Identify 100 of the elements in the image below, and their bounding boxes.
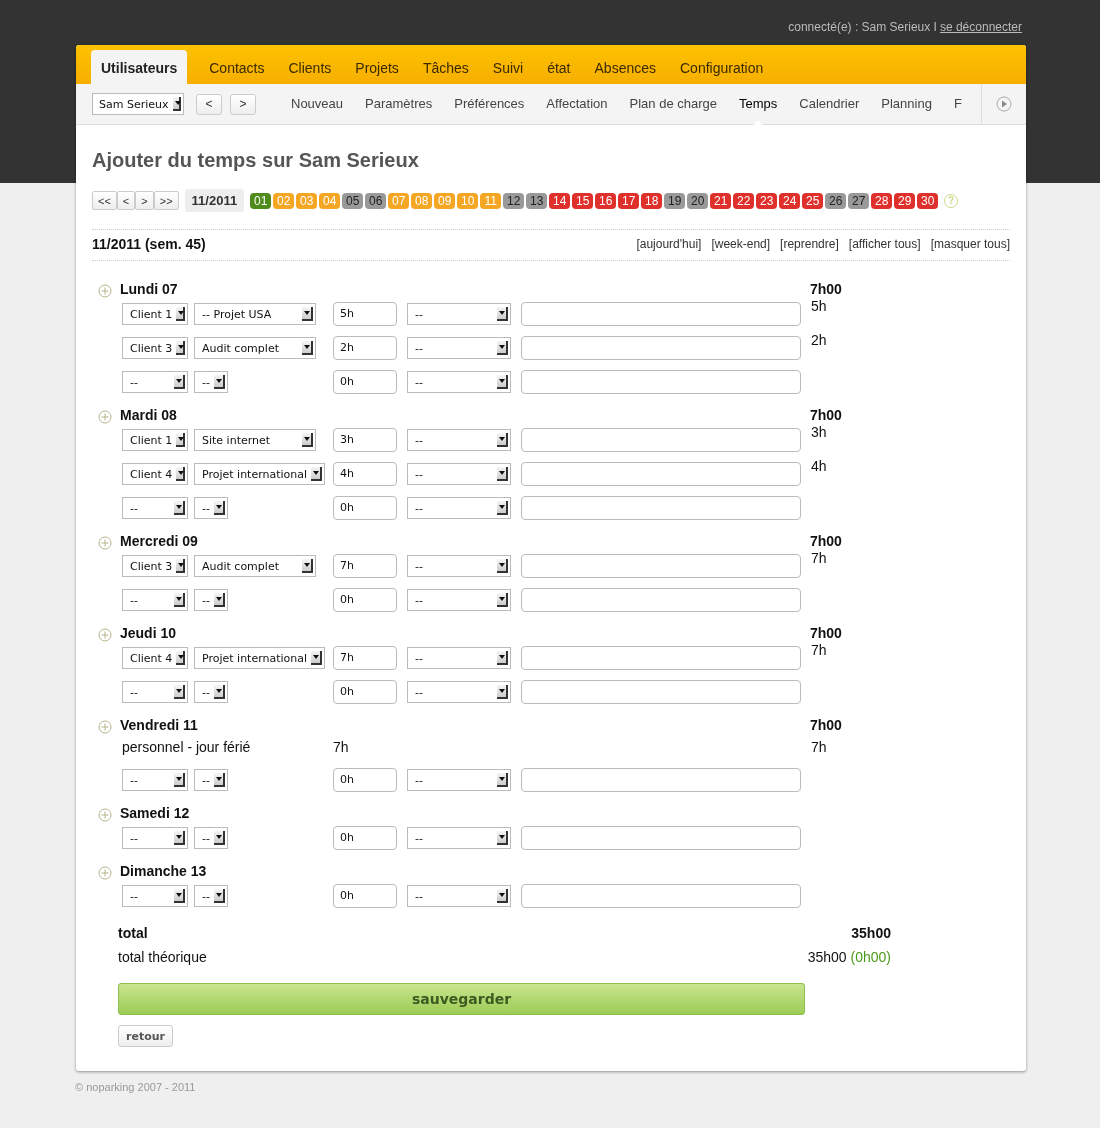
nav-tab[interactable]: Contacts (197, 50, 277, 84)
day-chip[interactable]: 26 (825, 192, 847, 209)
add-icon[interactable] (98, 807, 112, 822)
nav-tab[interactable]: Projets (343, 50, 411, 84)
add-icon[interactable] (98, 719, 112, 734)
hours-field[interactable]: 4h (333, 462, 397, 486)
subnav-link[interactable]: Préférences (443, 84, 536, 124)
activity-select[interactable]: -- (407, 429, 511, 451)
subnav-link[interactable]: Paramètres (354, 84, 444, 124)
day-chip[interactable]: 19 (664, 192, 686, 209)
previous-button[interactable]: < (196, 93, 222, 115)
day-chip[interactable]: 22 (733, 192, 755, 209)
nav-tab[interactable]: Utilisateurs (91, 50, 188, 84)
comment-field[interactable] (521, 336, 801, 360)
client-select[interactable]: Client 4 (122, 463, 188, 485)
activity-select[interactable]: -- (407, 589, 511, 611)
activity-select[interactable]: -- (407, 681, 511, 703)
activity-select[interactable]: -- (407, 463, 511, 485)
day-chip[interactable]: 28 (871, 192, 893, 209)
day-chip[interactable]: 30 (917, 192, 939, 209)
comment-field[interactable] (521, 370, 801, 394)
comment-field[interactable] (521, 768, 801, 792)
nav-tab[interactable]: Suivi (480, 50, 536, 84)
day-chip[interactable]: 25 (802, 192, 824, 209)
hours-field[interactable]: 0h (333, 588, 397, 612)
period-nav-button[interactable]: >> (153, 191, 179, 210)
comment-field[interactable] (521, 884, 801, 908)
period-nav-button[interactable]: < (116, 191, 136, 210)
client-select[interactable]: -- (122, 589, 188, 611)
day-chip[interactable]: 16 (595, 192, 617, 209)
week-link[interactable]: [reprendre] (780, 237, 839, 251)
subnav-link[interactable]: Calendrier (788, 84, 871, 124)
day-chip[interactable]: 20 (687, 192, 709, 209)
activity-select[interactable]: -- (407, 827, 511, 849)
add-icon[interactable] (98, 283, 112, 298)
subnav-link[interactable]: Planning (870, 84, 943, 124)
client-select[interactable]: -- (122, 681, 188, 703)
day-chip[interactable]: 15 (572, 192, 594, 209)
project-select[interactable]: -- (194, 827, 228, 849)
next-button[interactable]: > (230, 93, 256, 115)
client-select[interactable]: -- (122, 885, 188, 907)
nav-tab[interactable]: état (535, 50, 583, 84)
hours-field[interactable]: 7h (333, 646, 397, 670)
hours-field[interactable]: 2h (333, 336, 397, 360)
project-select[interactable]: Site internet (194, 429, 316, 451)
add-icon[interactable] (98, 865, 112, 880)
day-chip[interactable]: 21 (710, 192, 732, 209)
subnav-link[interactable]: Nouveau (280, 84, 355, 124)
comment-field[interactable] (521, 302, 801, 326)
project-select[interactable]: Audit complet (194, 555, 316, 577)
project-select[interactable]: -- (194, 769, 228, 791)
subnav-link[interactable]: F (942, 84, 966, 124)
project-select[interactable]: Projet international (194, 647, 326, 669)
back-button[interactable]: retour (118, 1025, 173, 1047)
client-select[interactable]: -- (122, 497, 188, 519)
client-select[interactable]: -- (122, 827, 188, 849)
comment-field[interactable] (521, 462, 801, 486)
nav-tab[interactable]: Tâches (410, 50, 481, 84)
hours-field[interactable]: 0h (333, 768, 397, 792)
nav-tab[interactable]: Configuration (668, 50, 776, 84)
activity-select[interactable]: -- (407, 885, 511, 907)
day-chip[interactable]: 24 (779, 192, 801, 209)
comment-field[interactable] (521, 646, 801, 670)
week-link[interactable]: [aujourd'hui] (636, 237, 702, 251)
project-select[interactable]: -- (194, 497, 228, 519)
day-chip[interactable]: 17 (618, 192, 640, 209)
hours-field[interactable]: 3h (333, 428, 397, 452)
client-select[interactable]: Client 4 (122, 647, 188, 669)
comment-field[interactable] (521, 428, 801, 452)
activity-select[interactable]: -- (407, 555, 511, 577)
activity-select[interactable]: -- (407, 303, 511, 325)
comment-field[interactable] (521, 496, 801, 520)
week-link[interactable]: [week-end] (711, 237, 771, 251)
day-chip[interactable]: 27 (848, 192, 870, 209)
activity-select[interactable]: -- (407, 371, 511, 393)
hours-field[interactable]: 0h (333, 370, 397, 394)
save-button[interactable]: sauvegarder (118, 983, 805, 1015)
hours-field[interactable]: 0h (333, 680, 397, 704)
period-nav-button[interactable]: << (92, 191, 117, 210)
day-chip[interactable]: 05 (342, 192, 364, 209)
project-select[interactable]: Projet international (194, 463, 326, 485)
subnav-link[interactable]: Plan de charge (618, 84, 728, 124)
client-select[interactable]: Client 3 (122, 337, 188, 359)
nav-tab[interactable]: Absences (582, 50, 668, 84)
activity-select[interactable]: -- (407, 497, 511, 519)
nav-tab[interactable]: Clients (276, 50, 344, 84)
hours-field[interactable]: 7h (333, 554, 397, 578)
comment-field[interactable] (521, 680, 801, 704)
hours-field[interactable]: 0h (333, 496, 397, 520)
project-select[interactable]: -- (194, 885, 228, 907)
user-select[interactable]: Sam Serieux (92, 93, 184, 115)
subnav-link[interactable]: Temps (728, 84, 789, 125)
add-icon[interactable] (98, 409, 112, 424)
day-chip[interactable]: 18 (641, 192, 663, 209)
day-chip[interactable]: 06 (365, 192, 387, 209)
project-select[interactable]: -- Projet USA (194, 303, 316, 325)
logout-link[interactable]: se déconnecter (939, 20, 1022, 34)
hours-field[interactable]: 0h (333, 884, 397, 908)
client-select[interactable]: Client 1 (122, 303, 188, 325)
week-link[interactable]: [masquer tous] (930, 237, 1010, 251)
